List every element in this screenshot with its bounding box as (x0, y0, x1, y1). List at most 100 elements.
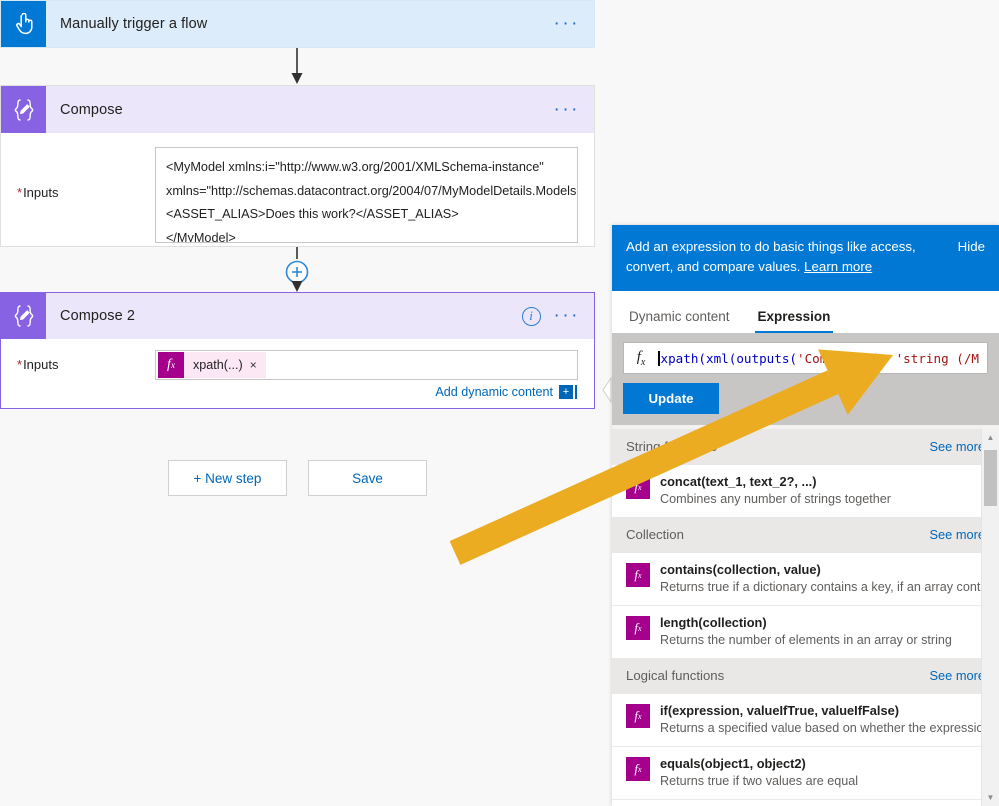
function-signature: contains(collection, value) (660, 562, 821, 577)
see-more-link[interactable]: See more (930, 527, 985, 542)
scroll-up-arrow-icon[interactable]: ▲ (982, 429, 999, 446)
save-button[interactable]: Save (308, 460, 427, 496)
compose2-inputs-label: *Inputs (17, 350, 155, 372)
expression-editor-zone: fx xpath(xml(outputs('Compose')), 'strin… (612, 333, 999, 425)
function-group-header-logical: Logical functions See more (612, 658, 999, 694)
xpath-expression-token[interactable]: fx xpath(...) × (158, 352, 266, 378)
expr-segment: 'Compose' (796, 350, 866, 366)
function-list: String functions See more fx concat(text… (612, 429, 999, 806)
expression-text: xpath(xml(outputs('Compose')), 'string (… (658, 350, 979, 366)
function-description: Combines any number of strings together (660, 492, 892, 506)
compose2-card-body: *Inputs fx xpath(...) × (1, 339, 594, 380)
compose-braces-icon (1, 86, 46, 133)
xpath-token-label: xpath(...) (193, 358, 243, 372)
tap-hand-icon (1, 1, 46, 47)
scrollbar-thumb[interactable] (984, 450, 997, 506)
connector-compose-to-compose2 (0, 247, 597, 292)
compose-card-actions: ··· (554, 86, 594, 133)
compose-inputs-value[interactable]: <MyModel xmlns:i="http://www.w3.org/2001… (155, 147, 578, 243)
expr-segment: xpath(xml(outputs( (660, 350, 797, 366)
designer-action-buttons: + New step Save (168, 460, 427, 496)
function-item-if[interactable]: fx if(expression, valueIfTrue, valueIfFa… (612, 694, 999, 746)
compose-card-title: Compose (60, 101, 123, 118)
function-signature: length(collection) (660, 615, 767, 630)
trigger-card-actions: ··· (554, 1, 594, 47)
compose2-inputs-field[interactable]: fx xpath(...) × (155, 350, 578, 380)
flow-card-trigger[interactable]: Manually trigger a flow ··· (0, 0, 595, 48)
function-item-length[interactable]: fx length(collection) Returns the number… (612, 605, 999, 658)
fx-icon: fx (158, 352, 184, 378)
scroll-down-arrow-icon[interactable]: ▼ (982, 789, 999, 806)
compose2-card-actions: i ··· (521, 293, 594, 339)
add-dynamic-content-link[interactable]: Add dynamic content (435, 385, 553, 399)
compose-card-header[interactable]: Compose ··· (1, 86, 594, 133)
function-item-equals[interactable]: fx equals(object1, object2) Returns true… (612, 746, 999, 799)
fx-icon: fx (626, 563, 650, 587)
function-group-name: Logical functions (626, 668, 725, 683)
tab-expression[interactable]: Expression (754, 309, 834, 333)
function-item-concat[interactable]: fx concat(text_1, text_2?, ...) Combines… (612, 465, 999, 517)
expr-segment: 'string (/M (895, 350, 979, 366)
function-signature: concat(text_1, text_2?, ...) (660, 474, 817, 489)
text-caret (575, 385, 577, 399)
function-signature: if(expression, valueIfTrue, valueIfFalse… (660, 703, 899, 718)
compose-more-menu-icon[interactable]: ··· (554, 100, 580, 119)
hide-link[interactable]: Hide (950, 237, 985, 257)
function-description: Returns a specified value based on wheth… (660, 721, 994, 735)
fx-icon: fx (636, 348, 646, 368)
compose2-more-menu-icon[interactable]: ··· (554, 306, 580, 325)
tab-dynamic-content[interactable]: Dynamic content (626, 309, 733, 333)
function-description: Returns the number of elements in an arr… (660, 633, 952, 647)
compose-inputs-label: *Inputs (17, 147, 155, 200)
xml-line: xmlns="http://schemas.datacontract.org/2… (166, 183, 578, 198)
required-asterisk: * (17, 185, 23, 200)
flow-designer-canvas: Manually trigger a flow ··· Compose ··· … (0, 0, 597, 806)
compose-braces-icon (1, 293, 46, 339)
compose2-card-header[interactable]: Compose 2 i ··· (1, 293, 594, 339)
compose-inputs-label-text: Inputs (23, 185, 59, 200)
function-description: Returns true if two values are equal (660, 774, 859, 788)
banner-message: Add an expression to do basic things lik… (626, 239, 916, 274)
trigger-card-header[interactable]: Manually trigger a flow ··· (1, 1, 594, 47)
fx-icon: fx (626, 616, 650, 640)
function-group-name: Collection (626, 527, 684, 542)
add-dynamic-content-row: Add dynamic content + (1, 380, 594, 399)
function-item-and[interactable]: fx and(expression1, expression2) Returns… (612, 799, 999, 806)
flow-card-compose[interactable]: Compose ··· *Inputs <MyModel xmlns:i="ht… (0, 85, 595, 247)
remove-token-icon[interactable]: × (250, 358, 266, 372)
function-item-contains[interactable]: fx contains(collection, value) Returns t… (612, 553, 999, 605)
function-group-header-string: String functions See more (612, 429, 999, 465)
xml-line: </MyModel> (166, 230, 236, 243)
see-more-link[interactable]: See more (930, 439, 985, 454)
expression-panel-tabs: Dynamic content Expression (612, 291, 999, 333)
banner-text: Add an expression to do basic things lik… (626, 237, 926, 277)
text-cursor (658, 350, 660, 366)
fx-icon: fx (626, 757, 650, 781)
expr-segment: )), (865, 350, 896, 366)
add-dynamic-content-plus-icon[interactable]: + (559, 385, 573, 399)
expression-panel: Add an expression to do basic things lik… (612, 225, 999, 806)
new-step-button[interactable]: + New step (168, 460, 287, 496)
compose2-card-title: Compose 2 (60, 308, 136, 324)
function-description: Returns true if a dictionary contains a … (660, 580, 991, 594)
function-list-scrollbar[interactable]: ▲ ▼ (981, 429, 999, 806)
xml-line: <MyModel xmlns:i="http://www.w3.org/2001… (166, 160, 544, 174)
connector-trigger-to-compose (0, 48, 597, 85)
function-group-header-collection: Collection See more (612, 517, 999, 553)
expression-input[interactable]: fx xpath(xml(outputs('Compose')), 'strin… (623, 342, 988, 374)
learn-more-link[interactable]: Learn more (804, 259, 872, 274)
update-button[interactable]: Update (623, 383, 719, 414)
expression-panel-banner: Add an expression to do basic things lik… (612, 225, 999, 291)
fx-icon: fx (626, 704, 650, 728)
compose2-inputs-label-text: Inputs (23, 357, 59, 372)
panel-collapse-chevron-icon[interactable] (601, 368, 612, 412)
compose-card-body: *Inputs <MyModel xmlns:i="http://www.w3.… (1, 133, 594, 253)
fx-icon: fx (626, 475, 650, 499)
trigger-more-menu-icon[interactable]: ··· (554, 14, 580, 33)
info-circle-icon[interactable]: i (521, 306, 541, 326)
see-more-link[interactable]: See more (930, 668, 985, 683)
trigger-card-title: Manually trigger a flow (60, 16, 208, 32)
flow-card-compose2[interactable]: Compose 2 i ··· *Inputs fx xpath(...) × … (0, 292, 595, 409)
required-asterisk: * (17, 357, 23, 372)
function-group-name: String functions (626, 439, 717, 454)
